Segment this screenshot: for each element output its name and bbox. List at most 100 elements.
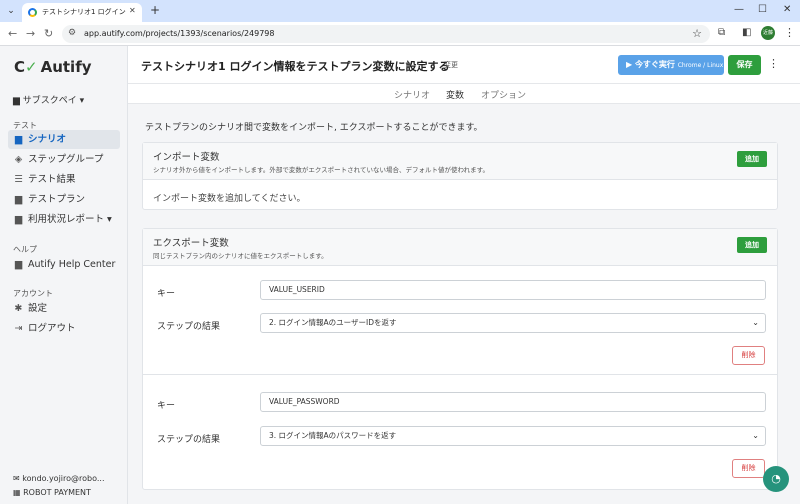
building-icon: ▦ (13, 488, 21, 497)
company-name[interactable]: ▦ ROBOT PAYMENT (13, 488, 91, 497)
book-icon: ▆ (14, 134, 23, 145)
delete-export-button[interactable]: 削除 (732, 459, 765, 478)
chat-support-icon[interactable]: ◔ (763, 466, 789, 492)
workspace-name: サブスクペイ (22, 96, 77, 106)
sidebar-item-usage-report[interactable]: ▆ 利用状況レポート ▾ (8, 210, 120, 229)
minimize-icon[interactable]: — (734, 4, 744, 15)
forward-icon[interactable]: → (26, 27, 35, 40)
browser-tab-bar: ⌄ テストシナリオ1 ログイン情報をテストプラ ✕ + — ☐ ✕ (0, 0, 800, 22)
company-name-text: ROBOT PAYMENT (23, 488, 91, 497)
key-label: キー (157, 401, 176, 411)
sidebar: C✓ Autify ▆ サブスクペイ ▾ テスト ▆ シナリオ ◈ ステップグループ … (0, 46, 128, 504)
entry-divider (143, 374, 777, 375)
side-panel-icon[interactable]: ◧ (742, 27, 751, 38)
browser-tab[interactable]: テストシナリオ1 ログイン情報をテストプラ ✕ (22, 3, 142, 22)
logout-icon: ⇥ (14, 323, 23, 334)
scenario-tabs: シナリオ 変数 オプション (128, 84, 800, 104)
tab-variables[interactable]: 変数 (446, 88, 464, 101)
sidebar-item-label: テスト結果 (28, 174, 76, 185)
import-card-header: インポート変数 シナリオ外から値をインポートします。外部で変数がエクスポートされ… (143, 143, 777, 180)
reload-icon[interactable]: ↻ (44, 27, 53, 40)
profile-avatar[interactable]: 近藤 (761, 26, 775, 40)
autify-logo[interactable]: C✓ Autify (14, 58, 92, 76)
list-icon: ☰ (14, 174, 23, 185)
add-export-button[interactable]: 追加 (737, 237, 767, 253)
page-title: テストシナリオ1 ログイン情報をテストプラン変数に設定する (141, 60, 450, 73)
folder-icon: ▆ (13, 96, 20, 106)
book-icon: ▆ (14, 194, 23, 205)
save-button[interactable]: 保存 (728, 55, 761, 75)
step-result-label: ステップの結果 (157, 322, 221, 332)
more-options-icon[interactable]: ⋮ (768, 57, 779, 70)
maximize-icon[interactable]: ☐ (758, 4, 767, 15)
tab-title: テストシナリオ1 ログイン情報をテストプラ (42, 8, 126, 16)
workspace-switcher[interactable]: ▆ サブスクペイ ▾ (13, 93, 84, 106)
tab-options[interactable]: オプション (481, 88, 526, 101)
intro-text: テストプランのシナリオ間で変数をインポート, エクスポートすることができます。 (145, 123, 483, 133)
run-now-label: ▶ 今すぐ実行 (626, 60, 675, 69)
export-title: エクスポート変数 (153, 238, 229, 249)
tab-search-icon[interactable]: ⌄ (4, 4, 18, 18)
url-text: app.autify.com/projects/1393/scenarios/2… (84, 29, 275, 38)
site-info-icon[interactable]: ⚙ (68, 28, 76, 38)
sidebar-item-label: テストプラン (28, 194, 86, 205)
export-card-header: エクスポート変数 同じテストプラン内のシナリオに値をエクスポートします。 追加 (143, 229, 777, 266)
sidebar-item-label: シナリオ (28, 134, 67, 145)
tab-scenario[interactable]: シナリオ (394, 88, 430, 101)
book-icon: ▆ (14, 259, 23, 270)
main-content: テストプランのシナリオ間で変数をインポート, エクスポートすることができます。 … (128, 104, 800, 504)
gear-icon: ✱ (14, 303, 23, 314)
url-field[interactable]: ⚙ app.autify.com/projects/1393/scenarios… (62, 25, 710, 43)
new-tab-icon[interactable]: + (150, 3, 160, 17)
export-desc: 同じテストプラン内のシナリオに値をエクスポートします。 (153, 252, 328, 260)
import-empty-message: インポート変数を追加してください。 (153, 194, 306, 204)
browser-menu-icon[interactable]: ⋮ (784, 26, 795, 39)
run-now-env: Chrome / Linux (677, 62, 724, 69)
sidebar-item-test-results[interactable]: ☰ テスト結果 (8, 170, 120, 189)
mail-icon: ✉ (13, 474, 20, 483)
user-email[interactable]: ✉ kondo.yojiro@robo... (13, 474, 105, 483)
import-variables-card: インポート変数 シナリオ外から値をインポートします。外部で変数がエクスポートされ… (142, 142, 778, 210)
sidebar-item-test-plan[interactable]: ▆ テストプラン (8, 190, 120, 209)
close-window-icon[interactable]: ✕ (783, 4, 791, 15)
sidebar-item-label: 利用状況レポート (28, 214, 105, 225)
step-result-select[interactable]: 3. ログイン情報Aのパスワードを返す ⌄ (260, 426, 766, 446)
address-bar: ← → ↻ ⚙ app.autify.com/projects/1393/sce… (0, 22, 800, 46)
user-email-text: kondo.yojiro@robo... (22, 474, 105, 483)
export-variables-card: エクスポート変数 同じテストプラン内のシナリオに値をエクスポートします。 追加 … (142, 228, 778, 490)
sidebar-item-label: Autify Help Center (28, 259, 116, 270)
sidebar-item-settings[interactable]: ✱ 設定 (8, 299, 120, 318)
sidebar-item-logout[interactable]: ⇥ ログアウト (8, 319, 120, 338)
step-result-value: 2. ログイン情報AのユーザーIDを返す (269, 318, 397, 327)
import-title: インポート変数 (153, 152, 220, 163)
sidebar-item-help-center[interactable]: ▆ Autify Help Center (8, 255, 120, 274)
step-result-select[interactable]: 2. ログイン情報AのユーザーIDを返す ⌄ (260, 313, 766, 333)
sidebar-item-label: 設定 (28, 303, 48, 314)
page-header: テストシナリオ1 ログイン情報をテストプラン変数に設定する 変更 ▶ 今すぐ実行… (128, 46, 800, 84)
sidebar-item-scenario[interactable]: ▆ シナリオ (8, 130, 120, 149)
run-now-button[interactable]: ▶ 今すぐ実行 Chrome / Linux (618, 55, 724, 75)
tab-close-icon[interactable]: ✕ (129, 6, 136, 15)
chevron-down-icon: ⌄ (752, 431, 759, 440)
import-desc: シナリオ外から値をインポートします。外部で変数がエクスポートされていない場合、デ… (153, 166, 489, 174)
key-input[interactable]: VALUE_PASSWORD (260, 392, 766, 412)
change-title-link[interactable]: 変更 (444, 60, 458, 70)
bookmark-star-icon[interactable]: ☆ (692, 27, 702, 40)
step-result-label: ステップの結果 (157, 435, 221, 445)
favicon-icon (28, 8, 37, 17)
sidebar-item-label: ステップグループ (28, 154, 104, 165)
back-icon[interactable]: ← (8, 27, 17, 40)
add-import-button[interactable]: 追加 (737, 151, 767, 167)
section-label-help: ヘルプ (13, 245, 37, 254)
book-icon: ▆ (14, 214, 23, 225)
key-label: キー (157, 289, 176, 299)
layers-icon: ◈ (14, 154, 23, 165)
logo-mark-icon: C✓ (14, 58, 38, 76)
section-label-account: アカウント (13, 289, 53, 298)
sidebar-item-label: ログアウト (28, 323, 76, 334)
logo-text: Autify (40, 58, 92, 76)
key-input[interactable]: VALUE_USERID (260, 280, 766, 300)
extensions-icon[interactable]: ⧉ (718, 27, 725, 38)
sidebar-item-step-group[interactable]: ◈ ステップグループ (8, 150, 120, 169)
delete-export-button[interactable]: 削除 (732, 346, 765, 365)
